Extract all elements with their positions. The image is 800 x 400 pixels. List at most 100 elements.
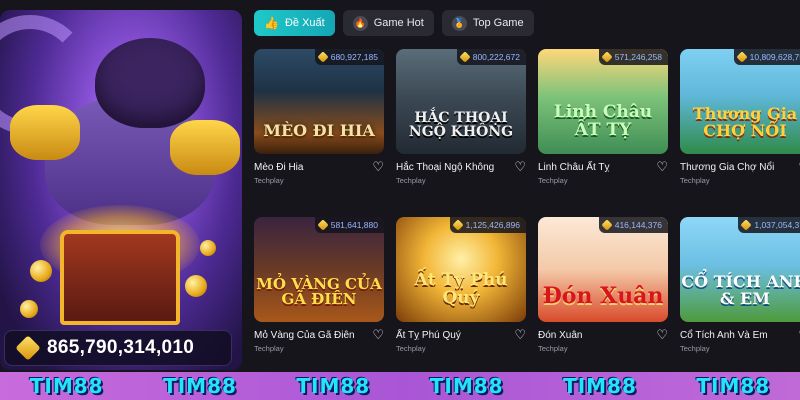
game-thumbnail[interactable]: MÈO ĐI HIA 680,927,185 — [254, 49, 384, 154]
heart-icon[interactable]: ♡ — [656, 327, 668, 343]
game-thumbnail[interactable]: Thương Gia CHỢ NỔI 10,809,628,75 — [680, 49, 800, 154]
game-card[interactable]: Thương Gia CHỢ NỔI 10,809,628,75 Thương … — [680, 49, 800, 188]
heart-icon[interactable]: ♡ — [514, 159, 526, 175]
jackpot-amount: 10,809,628,75 — [749, 52, 800, 62]
gold-coin — [20, 300, 38, 318]
heart-icon[interactable]: ♡ — [656, 159, 668, 175]
game-card[interactable]: CỔ TÍCH ANH & EM 1,037,054,37 Cổ Tích An… — [680, 217, 800, 356]
watermark-text: TIM88 — [163, 374, 237, 398]
game-provider: Techplay — [538, 344, 568, 353]
jackpot-amount: 680,927,185 — [330, 52, 378, 62]
game-art-title: HẮC THOẠI NGỘ KHÔNG — [408, 109, 514, 141]
jackpot-value: 865,790,314,010 — [47, 337, 195, 358]
game-card[interactable]: Ất Tỵ Phú Quý 1,125,426,896 Ất Tỵ Phú Qu… — [396, 217, 526, 356]
game-art-title: Linh Châu ẤT TỴ — [553, 102, 653, 141]
game-provider: Techplay — [254, 344, 284, 353]
tab-label: Đề Xuất — [284, 17, 325, 29]
game-thumbnail[interactable]: CỔ TÍCH ANH & EM 1,037,054,37 — [680, 217, 800, 322]
gem-icon — [459, 51, 471, 63]
tab-top-game[interactable]: 🏅 Top Game — [441, 10, 534, 36]
jackpot-badge: 680,927,185 — [314, 49, 384, 65]
gem-icon — [317, 51, 329, 63]
heart-icon[interactable]: ♡ — [514, 327, 526, 343]
game-card[interactable]: MÈO ĐI HIA 680,927,185 Mèo Đi Hia Techpl… — [254, 49, 384, 188]
jackpot-amount: 416,144,376 — [614, 220, 662, 230]
game-provider: Techplay — [538, 176, 568, 185]
game-lobby: 865,790,314,010 👍 Đề Xuất 🔥 Game Hot 🏅 T… — [0, 0, 800, 400]
genie-arm — [170, 120, 240, 175]
gem-icon — [317, 219, 329, 231]
tab-label: Top Game — [472, 17, 524, 29]
watermark-text: TIM88 — [696, 374, 771, 398]
watermark-text: TIM88 — [29, 374, 104, 398]
game-provider: Techplay — [396, 176, 426, 185]
gem-icon — [15, 335, 41, 361]
jackpot-counter: 865,790,314,010 — [4, 330, 232, 366]
treasure-chest — [60, 230, 180, 325]
game-thumbnail[interactable]: Đón Xuân 416,144,376 — [538, 217, 668, 322]
jackpot-banner[interactable]: 865,790,314,010 — [0, 10, 242, 370]
game-name: Cổ Tích Anh Và Em — [680, 330, 768, 341]
game-name: Ất Tỵ Phú Quý — [396, 330, 461, 341]
game-name: Mỏ Vàng Của Gã Điên — [254, 330, 355, 341]
tab-game-hot[interactable]: 🔥 Game Hot — [342, 10, 434, 36]
gem-icon — [735, 51, 748, 63]
jackpot-badge: 10,809,628,75 — [733, 49, 800, 65]
game-thumbnail[interactable]: Ất Tỵ Phú Quý 1,125,426,896 — [396, 217, 526, 322]
category-tabs: 👍 Đề Xuất 🔥 Game Hot 🏅 Top Game — [254, 10, 534, 36]
game-art-title: MỎ VÀNG CỦA GÃ ĐIÊN — [256, 274, 382, 309]
genie-arm — [10, 105, 80, 160]
watermark-text: TIM88 — [296, 374, 371, 398]
heart-icon[interactable]: ♡ — [372, 327, 384, 343]
genie-head — [95, 38, 205, 128]
tab-de-xuat[interactable]: 👍 Đề Xuất — [254, 10, 335, 36]
jackpot-badge: 581,641,880 — [314, 217, 384, 233]
jackpot-badge: 800,222,672 — [456, 49, 526, 65]
game-thumbnail[interactable]: Linh Châu ẤT TỴ 571,246,258 — [538, 49, 668, 154]
jackpot-amount: 581,641,880 — [330, 220, 378, 230]
game-thumbnail[interactable]: HẮC THOẠI NGỘ KHÔNG 800,222,672 — [396, 49, 526, 154]
gem-icon — [601, 51, 613, 63]
gold-coin — [30, 260, 52, 282]
game-card[interactable]: HẮC THOẠI NGỘ KHÔNG 800,222,672 Hắc Thoạ… — [396, 49, 526, 188]
game-card[interactable]: MỎ VÀNG CỦA GÃ ĐIÊN 581,641,880 Mỏ Vàng … — [254, 217, 384, 356]
game-thumbnail[interactable]: MỎ VÀNG CỦA GÃ ĐIÊN 581,641,880 — [254, 217, 384, 322]
game-name: Mèo Đi Hia — [254, 162, 304, 173]
watermark-text: TIM88 — [563, 374, 637, 398]
game-art-title: MÈO ĐI HIA — [263, 121, 375, 141]
jackpot-amount: 800,222,672 — [472, 52, 520, 62]
game-art-title: Thương Gia CHỢ NỔI — [692, 104, 798, 141]
game-name: Linh Châu Ất Tỵ — [538, 162, 610, 173]
jackpot-amount: 571,246,258 — [614, 52, 662, 62]
game-provider: Techplay — [254, 176, 284, 185]
game-name: Đón Xuân — [538, 330, 583, 341]
jackpot-badge: 416,144,376 — [598, 217, 668, 233]
gem-icon — [740, 219, 753, 231]
jackpot-badge: 1,125,426,896 — [449, 217, 526, 233]
game-art-title: Ất Tỵ Phú Quý — [414, 270, 508, 309]
jackpot-badge: 571,246,258 — [598, 49, 668, 65]
medal-icon: 🏅 — [451, 15, 467, 31]
gold-coin — [200, 240, 216, 256]
game-name: Thương Gia Chợ Nổi — [680, 162, 775, 173]
tab-label: Game Hot — [373, 17, 424, 29]
jackpot-amount: 1,037,054,37 — [754, 220, 800, 230]
jackpot-amount: 1,125,426,896 — [465, 220, 520, 230]
thumbs-up-icon: 👍 — [264, 16, 279, 30]
watermark-text: TIM88 — [429, 374, 504, 398]
game-card[interactable]: Linh Châu ẤT TỴ 571,246,258 Linh Châu Ất… — [538, 49, 668, 188]
game-card[interactable]: Đón Xuân 416,144,376 Đón Xuân Techplay ♡ — [538, 217, 668, 356]
game-name: Hắc Thoại Ngộ Không — [396, 162, 495, 173]
heart-icon[interactable]: ♡ — [372, 159, 384, 175]
game-provider: Techplay — [680, 176, 710, 185]
game-provider: Techplay — [680, 344, 710, 353]
fire-icon: 🔥 — [352, 15, 368, 31]
game-provider: Techplay — [396, 344, 426, 353]
game-art-title: Đón Xuân — [542, 282, 664, 309]
watermark-strip: TIM88 TIM88 TIM88 TIM88 TIM88 TIM88 — [0, 372, 800, 400]
game-art-title: CỔ TÍCH ANH & EM — [681, 272, 800, 309]
gold-coin — [185, 275, 207, 297]
jackpot-badge: 1,037,054,37 — [738, 217, 800, 233]
gem-icon — [451, 219, 464, 231]
gem-icon — [601, 219, 613, 231]
